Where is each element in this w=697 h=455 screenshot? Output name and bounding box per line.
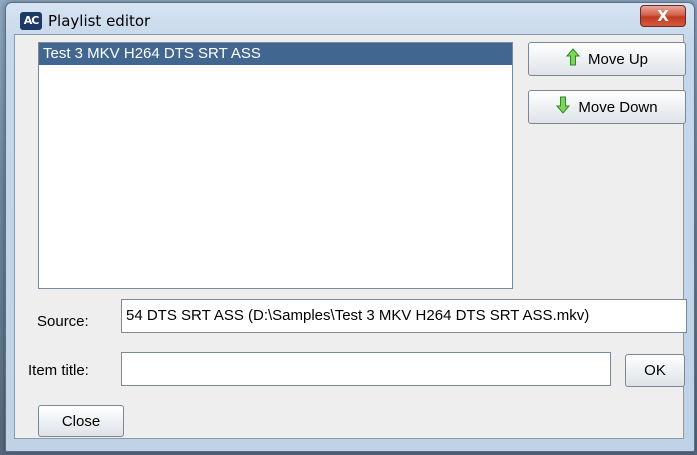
move-down-label: Move Down — [578, 98, 658, 116]
close-button[interactable]: Close — [38, 405, 124, 437]
list-item[interactable]: Test 3 MKV H264 DTS SRT ASS — [39, 43, 512, 65]
green-down-arrow-icon — [556, 96, 571, 118]
playlist-list[interactable]: Test 3 MKV H264 DTS SRT ASS — [38, 42, 513, 289]
item-title-input[interactable] — [121, 352, 611, 386]
source-value: 54 DTS SRT ASS (D:\Samples\Test 3 MKV H2… — [126, 307, 590, 324]
app-logo-icon: AC — [20, 12, 42, 30]
green-up-arrow-icon — [565, 48, 581, 70]
dialog-content: Test 3 MKV H264 DTS SRT ASS Move Up Move… — [14, 34, 687, 439]
move-down-button[interactable]: Move Down — [528, 90, 686, 124]
move-up-label: Move Up — [587, 50, 649, 68]
source-label: Source: — [37, 313, 89, 330]
window-close-button[interactable]: X — [640, 5, 686, 27]
ok-button[interactable]: OK — [625, 354, 685, 387]
move-up-button[interactable]: Move Up — [528, 42, 686, 76]
item-title-label: Item title: — [28, 362, 89, 379]
window-title: Playlist editor — [48, 12, 151, 30]
source-field[interactable]: 54 DTS SRT ASS (D:\Samples\Test 3 MKV H2… — [121, 299, 687, 333]
playlist-editor-dialog: AC Playlist editor X Test 3 MKV H264 DTS… — [5, 2, 695, 452]
